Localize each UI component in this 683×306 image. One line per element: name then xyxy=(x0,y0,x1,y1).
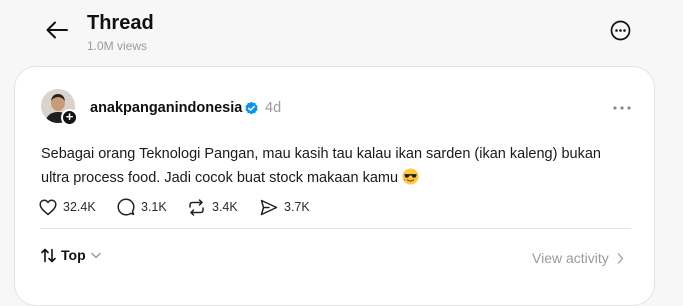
sort-label: Top xyxy=(61,247,86,263)
view-count: 1.0M views xyxy=(87,39,148,53)
chevron-right-icon xyxy=(617,252,623,264)
top-bar: Thread 1.0M views xyxy=(0,0,683,66)
username[interactable]: anakpanganindonesia xyxy=(90,100,242,116)
like-button[interactable]: 32.4K xyxy=(39,197,96,217)
view-activity-label: View activity xyxy=(532,250,609,266)
repost-button[interactable]: 3.4K xyxy=(187,197,238,217)
view-activity-link[interactable]: View activity xyxy=(532,250,624,266)
sunglasses-emoji-icon xyxy=(402,168,419,185)
post-more-button[interactable] xyxy=(612,101,632,115)
thread-post-card: + anakpanganindonesia 4d Sebagai orang T… xyxy=(14,66,655,306)
avatar[interactable]: + xyxy=(41,89,78,126)
reply-button[interactable]: 3.1K xyxy=(117,197,167,217)
reply-count: 3.1K xyxy=(141,200,167,214)
share-button[interactable]: 3.7K xyxy=(260,197,310,217)
post-text-line: ultra process food. Jadi cocok buat stoc… xyxy=(41,166,631,190)
arrow-left-icon xyxy=(46,21,68,39)
heart-icon xyxy=(39,198,57,215)
back-button[interactable] xyxy=(44,18,70,42)
more-options-button[interactable] xyxy=(610,20,631,41)
verified-badge-icon xyxy=(245,101,258,115)
divider xyxy=(40,228,631,229)
repost-count: 3.4K xyxy=(212,200,238,214)
post-text: Sebagai orang Teknologi Pangan, mau kasi… xyxy=(41,142,631,190)
page-title: Thread xyxy=(87,12,154,34)
follow-plus-icon[interactable]: + xyxy=(61,109,78,126)
repost-icon xyxy=(189,198,204,216)
post-text-line-content: ultra process food. Jadi cocok buat stoc… xyxy=(41,170,399,186)
send-icon xyxy=(260,199,278,215)
sort-dropdown[interactable]: Top xyxy=(41,247,101,263)
sort-arrows-icon xyxy=(41,248,56,262)
post-text-line: Sebagai orang Teknologi Pangan, mau kasi… xyxy=(41,146,601,162)
post-time: 4d xyxy=(265,100,282,116)
like-count: 32.4K xyxy=(63,200,96,214)
more-horizontal-icon xyxy=(613,106,631,110)
chevron-down-icon xyxy=(90,252,101,258)
share-count: 3.7K xyxy=(284,200,310,214)
comment-icon xyxy=(117,198,135,216)
more-circle-icon xyxy=(610,20,631,41)
